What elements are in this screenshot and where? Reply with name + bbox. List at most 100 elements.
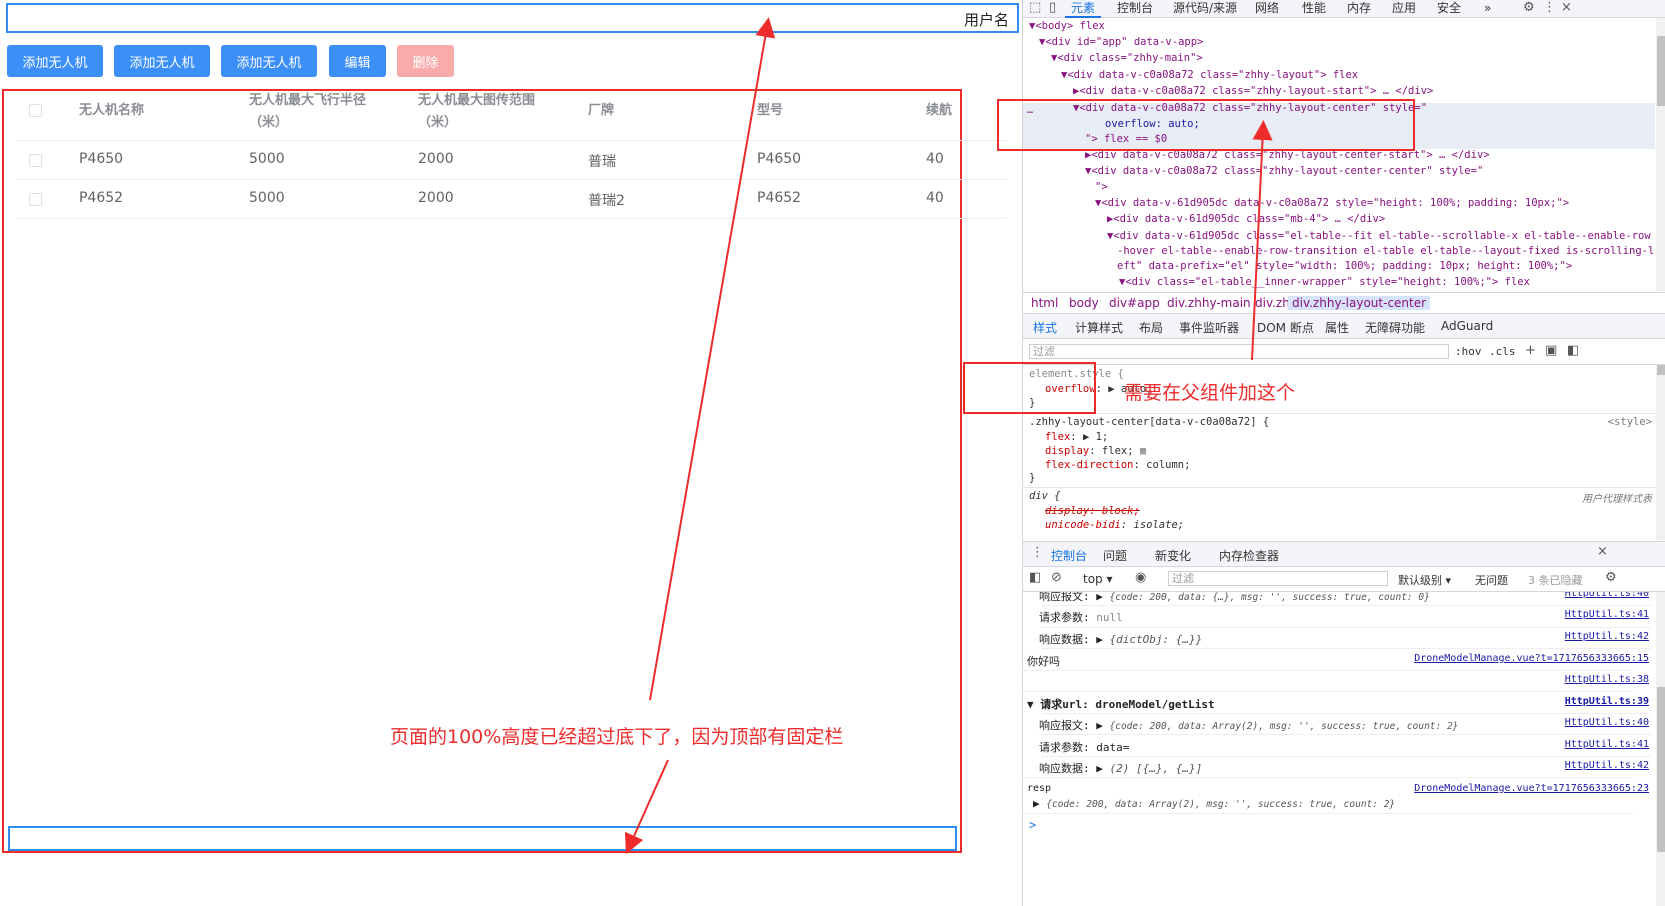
- log-entry[interactable]: 请求参数: data=: [1039, 739, 1129, 755]
- crumb-layout-center[interactable]: div.zhhy-layout-center: [1288, 296, 1431, 310]
- log-entry[interactable]: 响应数据: ▶ {dictObj: {…}}: [1039, 631, 1202, 647]
- css-declaration[interactable]: display: flex; ▦: [1045, 445, 1146, 457]
- tab-application[interactable]: 应用: [1392, 0, 1416, 17]
- sidebar-toggle-icon[interactable]: ◧: [1567, 343, 1579, 358]
- dom-node[interactable]: ▼<div data-v-c0a08a72 class="zhhy-layout…: [1085, 165, 1483, 177]
- drawer-tab-console[interactable]: 控制台: [1051, 547, 1087, 564]
- log-source-link[interactable]: HttpUtil.ts:42: [1565, 631, 1649, 642]
- close-drawer-icon[interactable]: ×: [1597, 544, 1608, 559]
- log-entry[interactable]: ▶ {code: 200, data: Array(2), msg: '', s…: [1033, 797, 1395, 810]
- crumb-app[interactable]: div#app: [1109, 296, 1160, 310]
- kebab-menu-icon[interactable]: ⋮: [1543, 0, 1556, 15]
- sidebar-toggle-icon[interactable]: ◧: [1029, 570, 1041, 585]
- cls-toggle[interactable]: .cls: [1489, 345, 1516, 358]
- device-toolbar-icon[interactable]: ▯: [1049, 0, 1056, 15]
- subtab-styles[interactable]: 样式: [1033, 319, 1057, 336]
- paint-icon[interactable]: ▣: [1545, 343, 1557, 358]
- log-source-link[interactable]: HttpUtil.ts:40: [1565, 717, 1649, 728]
- css-declaration[interactable]: flex-direction: column;: [1045, 459, 1190, 471]
- gear-icon[interactable]: ⚙: [1523, 0, 1535, 15]
- hov-toggle[interactable]: :hov: [1455, 345, 1482, 358]
- tab-console[interactable]: 控制台: [1117, 0, 1153, 17]
- username-label[interactable]: 用户名: [964, 9, 1009, 30]
- add-drone-button[interactable]: 添加无人机: [7, 45, 103, 77]
- subtab-layout[interactable]: 布局: [1139, 319, 1163, 336]
- table-row[interactable]: P4652 5000 2000 普瑞2 P4652 40: [16, 180, 948, 218]
- context-selector[interactable]: top ▾: [1083, 572, 1113, 586]
- select-all-checkbox[interactable]: [29, 104, 42, 117]
- clear-console-icon[interactable]: ⊘: [1051, 570, 1062, 585]
- styles-scrollbar[interactable]: [1656, 365, 1665, 540]
- log-source-link[interactable]: HttpUtil.ts:38: [1565, 674, 1649, 685]
- log-entry[interactable]: 响应数据: ▶ (2) [{…}, {…}]: [1039, 760, 1202, 776]
- console-prompt[interactable]: >: [1029, 818, 1036, 832]
- log-source-link[interactable]: HttpUtil.ts:40: [1565, 592, 1649, 599]
- log-entry[interactable]: 请求参数: null: [1039, 609, 1123, 625]
- tab-sources[interactable]: 源代码/来源: [1173, 0, 1237, 17]
- row-checkbox[interactable]: [29, 193, 42, 206]
- dom-node[interactable]: ▼<div id="app" data-v-app>: [1039, 36, 1203, 48]
- log-source-link[interactable]: HttpUtil.ts:42: [1565, 760, 1649, 771]
- subtab-accessibility[interactable]: 无障碍功能: [1365, 319, 1425, 336]
- dom-scroll-thumb[interactable]: [1657, 36, 1665, 106]
- log-source-link[interactable]: HttpUtil.ts:41: [1565, 609, 1649, 620]
- dom-scrollbar[interactable]: [1656, 18, 1665, 291]
- issues-count[interactable]: 无问题: [1475, 572, 1508, 588]
- console-scroll-thumb[interactable]: [1657, 687, 1665, 852]
- log-entry[interactable]: 你好吗: [1027, 653, 1060, 669]
- log-entry[interactable]: 响应报文: ▶ {code: 200, data: {…}, msg: '', …: [1039, 592, 1430, 604]
- more-tabs-button[interactable]: »: [1484, 0, 1491, 17]
- dom-node[interactable]: ▼<body> flex: [1029, 20, 1105, 32]
- log-source-link[interactable]: DroneModelManage.vue?t=1717656333665:23: [1414, 783, 1649, 794]
- drawer-tab-issues[interactable]: 问题: [1103, 547, 1127, 564]
- col-header-flight-radius: 无人机最大飞行半径 （米）: [249, 93, 367, 130]
- rule-source-link[interactable]: <style>: [1608, 416, 1652, 428]
- table-row[interactable]: P4650 5000 2000 普瑞 P4650 40: [16, 141, 948, 179]
- log-group-header[interactable]: ▼ 请求url: droneModel/getList: [1027, 696, 1215, 712]
- log-entry[interactable]: 响应报文: ▶ {code: 200, data: Array(2), msg:…: [1039, 717, 1458, 733]
- tab-elements[interactable]: 元素: [1064, 0, 1102, 18]
- tab-memory[interactable]: 内存: [1347, 0, 1371, 17]
- tab-network[interactable]: 网络: [1255, 0, 1279, 17]
- subtab-dom-breakpoints[interactable]: DOM 断点: [1257, 319, 1314, 336]
- crumb-main[interactable]: div.zhhy-main: [1167, 296, 1251, 310]
- edit-button[interactable]: 编辑: [329, 45, 386, 77]
- styles-filter-input[interactable]: 过滤: [1029, 344, 1449, 359]
- tab-security[interactable]: 安全: [1437, 0, 1461, 17]
- log-source-link[interactable]: DroneModelManage.vue?t=1717656333665:15: [1414, 653, 1649, 664]
- log-source-link[interactable]: HttpUtil.ts:39: [1565, 696, 1649, 707]
- dom-node[interactable]: ▶<div data-v-c0a08a72 class="zhhy-layout…: [1073, 85, 1433, 97]
- log-entry[interactable]: resp: [1027, 783, 1051, 794]
- subtab-adguard[interactable]: AdGuard: [1441, 319, 1493, 333]
- crumb-html[interactable]: html: [1031, 296, 1058, 310]
- dom-node[interactable]: ▼<div data-v-61d905dc data-v-c0a08a72 st…: [1095, 197, 1569, 209]
- console-scrollbar[interactable]: [1656, 592, 1665, 906]
- styles-scroll-thumb[interactable]: [1657, 365, 1665, 375]
- subtab-computed[interactable]: 计算样式: [1075, 319, 1123, 336]
- close-icon[interactable]: ×: [1561, 0, 1572, 15]
- log-source-link[interactable]: HttpUtil.ts:41: [1565, 739, 1649, 750]
- inspect-icon[interactable]: ⬚: [1029, 0, 1041, 15]
- dom-node[interactable]: ▼<div class="el-table__inner-wrapper" st…: [1119, 276, 1530, 288]
- crumb-body[interactable]: body: [1069, 296, 1099, 310]
- drawer-menu-icon[interactable]: ⋮: [1031, 545, 1044, 560]
- console-filter-input[interactable]: 过滤: [1168, 571, 1388, 586]
- drawer-tab-memory-inspector[interactable]: 内存检查器: [1219, 547, 1279, 564]
- tab-performance[interactable]: 性能: [1302, 0, 1326, 17]
- drawer-tab-changes[interactable]: 新变化: [1155, 547, 1191, 564]
- dom-node[interactable]: ▼<div data-v-61d905dc class="el-table--f…: [1107, 230, 1651, 242]
- subtab-listeners[interactable]: 事件监听器: [1179, 319, 1239, 336]
- dom-node[interactable]: ▶<div data-v-61d905dc class="mb-4"> … </…: [1107, 213, 1385, 225]
- eye-icon[interactable]: ◉: [1135, 570, 1146, 585]
- dom-node[interactable]: ▼<div data-v-c0a08a72 class="zhhy-layout…: [1061, 69, 1358, 81]
- dom-node[interactable]: ▼<div class="zhhy-main">: [1051, 52, 1203, 64]
- row-checkbox[interactable]: [29, 154, 42, 167]
- add-drone-button[interactable]: 添加无人机: [114, 45, 210, 77]
- subtab-properties[interactable]: 属性: [1325, 319, 1349, 336]
- add-drone-button[interactable]: 添加无人机: [221, 45, 317, 77]
- gear-icon[interactable]: ⚙: [1605, 570, 1617, 585]
- height-annotation: 页面的100%高度已经超过底下了，因为顶部有固定栏: [390, 726, 844, 748]
- css-declaration[interactable]: flex: ▶ 1;: [1045, 431, 1108, 443]
- add-rule-icon[interactable]: +: [1525, 343, 1536, 358]
- log-level-selector[interactable]: 默认级别 ▾: [1398, 572, 1451, 588]
